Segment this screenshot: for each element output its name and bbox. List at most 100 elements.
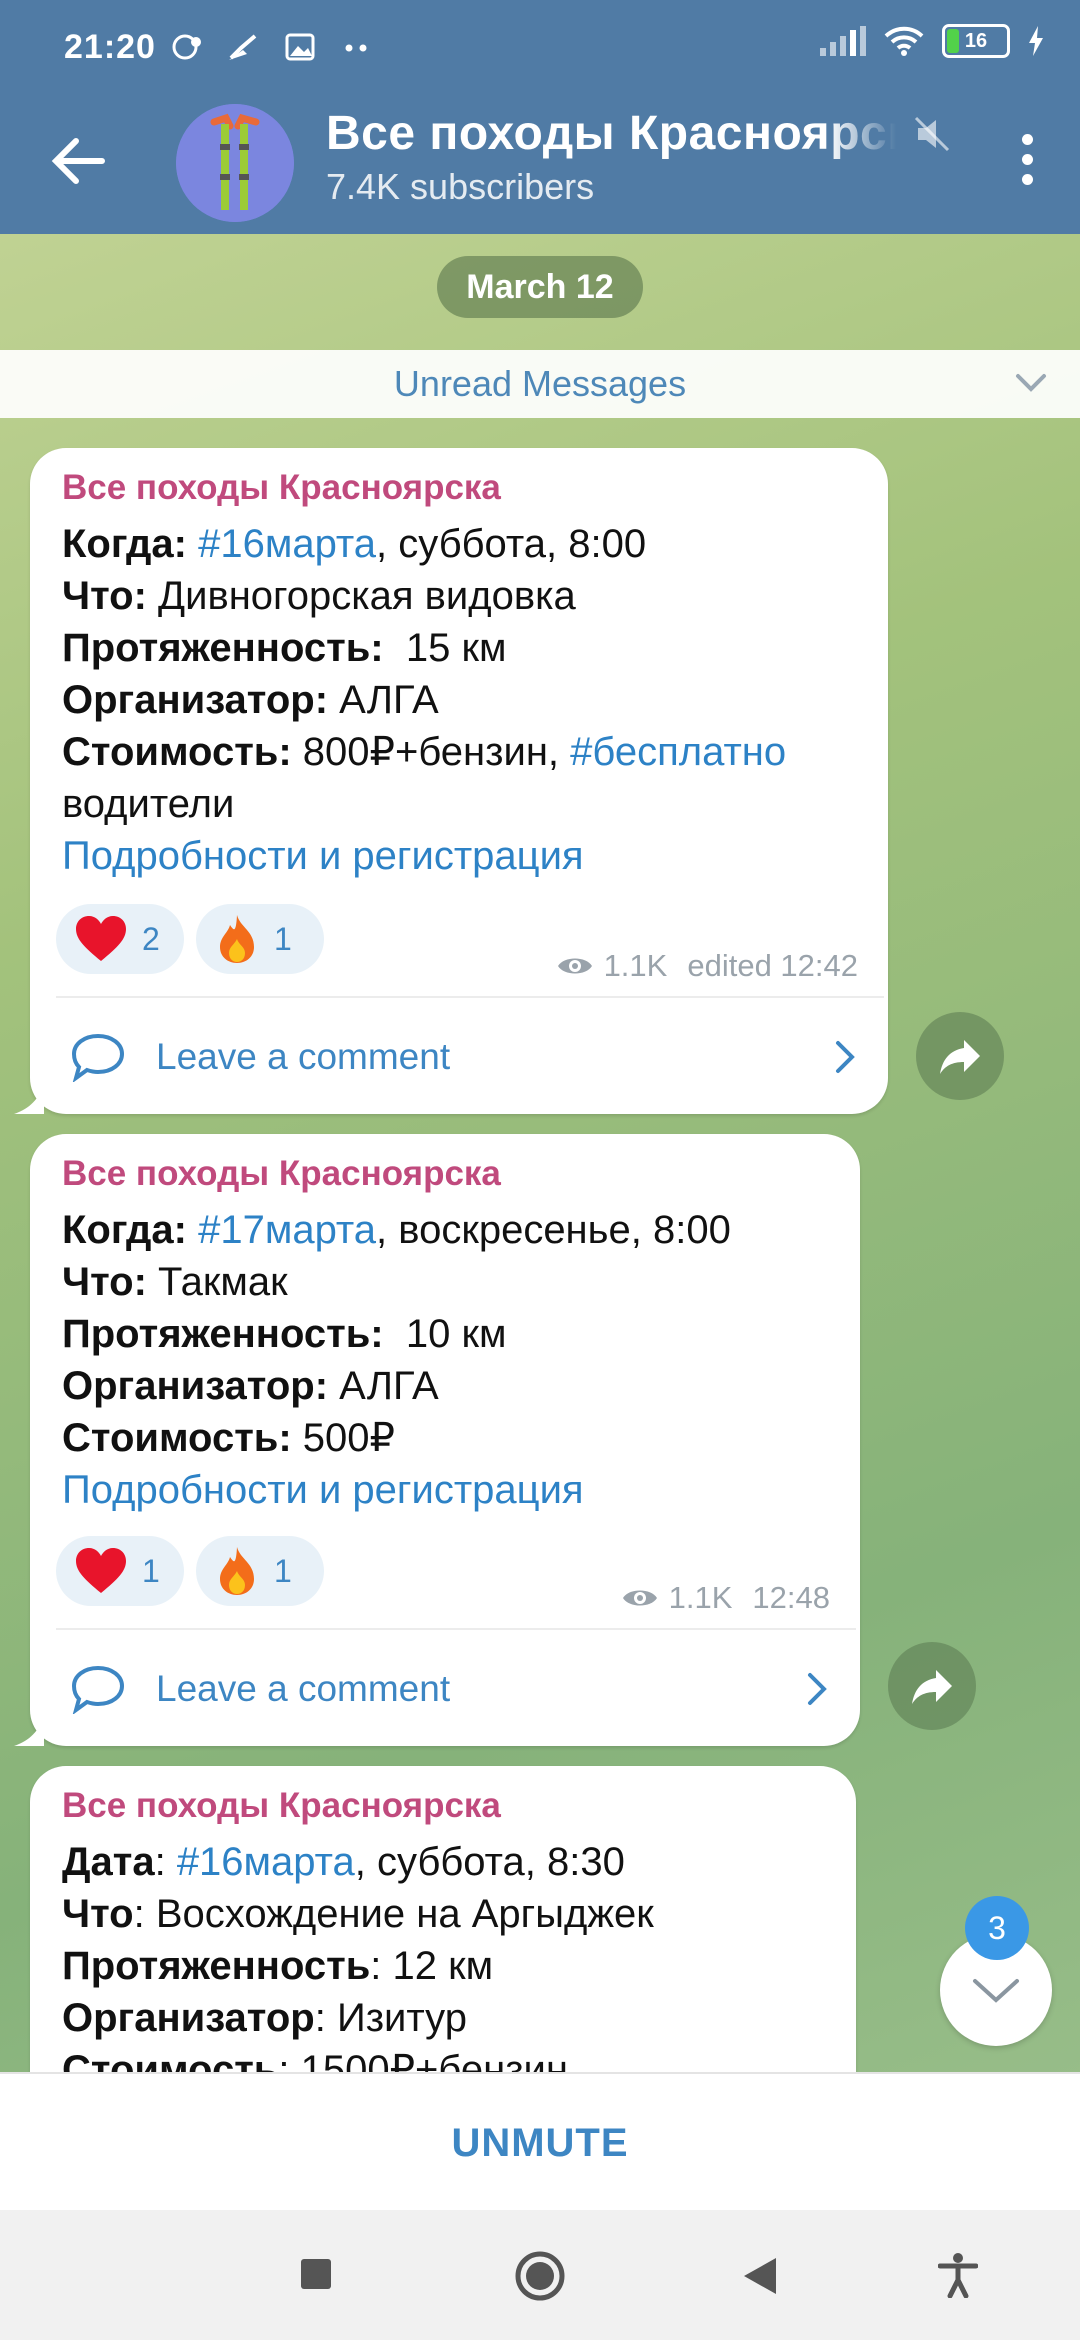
view-count: 1.1K: [603, 948, 668, 983]
unread-count-badge: 3: [965, 1896, 1029, 1960]
reaction-heart[interactable]: 2: [56, 904, 184, 974]
home-button[interactable]: [514, 2250, 566, 2307]
field-value: 800₽+бензин,: [291, 730, 571, 774]
field-value: : Восхождение на Аргыджек: [133, 1892, 654, 1936]
reaction-heart[interactable]: 1: [56, 1536, 184, 1606]
field-label: Когда:: [62, 1208, 187, 1252]
status-bar: 21:20 16: [0, 0, 1080, 96]
field-value: : 12 км: [370, 1944, 494, 1988]
comment-bubble-icon: [71, 1033, 125, 1082]
reaction-fire[interactable]: 1: [196, 1536, 324, 1606]
trekking-poles-icon: [176, 104, 294, 222]
field-value: Такмак: [146, 1260, 288, 1304]
channel-avatar[interactable]: [176, 104, 294, 222]
share-button[interactable]: [916, 1012, 1004, 1100]
back-button[interactable]: [742, 2256, 778, 2301]
sweep-icon: [228, 34, 257, 60]
field-value: 15 км: [383, 626, 507, 670]
heart-icon: [76, 1548, 126, 1593]
chevron-right-icon: [836, 1041, 855, 1073]
field-label: Протяженность: [62, 1944, 371, 1988]
more-dots-icon: [345, 44, 367, 52]
leave-comment-button[interactable]: Leave a comment: [70, 1022, 858, 1092]
hashtag-link[interactable]: #16марта: [198, 522, 376, 566]
charging-icon: [1029, 26, 1043, 56]
field-label: Что:: [62, 1260, 147, 1304]
fire-icon: [220, 915, 254, 963]
leave-comment-label: Leave a comment: [156, 1668, 451, 1709]
post-time: 12:48: [752, 1580, 830, 1615]
post-sender: Все походы Красноярска: [62, 1154, 501, 1193]
unmute-label: UNMUTE: [451, 2120, 629, 2165]
field-label: Когда:: [62, 522, 187, 566]
post-meta: 1.1K edited 12:42: [556, 948, 858, 984]
field-label: Протяженность:: [62, 626, 384, 670]
field-value: 500₽: [291, 1416, 395, 1460]
field-value: Дивногорская видовка: [146, 574, 576, 618]
muted-speaker-icon: [914, 116, 950, 152]
hashtag-link[interactable]: #16марта: [177, 1840, 355, 1884]
status-notification-icons: [170, 26, 375, 63]
share-button[interactable]: [888, 1642, 976, 1730]
divider: [56, 996, 884, 998]
chat-header: Все походы Красноярск 7.4K subscribers: [0, 96, 1080, 234]
photo-icon: [285, 33, 315, 61]
registration-link[interactable]: Подробности и регистрация: [62, 834, 584, 878]
post-meta: 1.1K 12:48: [621, 1580, 830, 1616]
field-label: Стоимость:: [62, 730, 292, 774]
field-label: Дата: [62, 1840, 155, 1884]
fire-icon: [220, 1547, 254, 1595]
chevron-down-icon[interactable]: [1014, 370, 1048, 396]
field-label: Что:: [62, 574, 147, 618]
date-separator: March 12: [437, 256, 643, 318]
share-arrow-icon: [940, 1040, 980, 1074]
recents-button[interactable]: [300, 2258, 332, 2295]
post-sender: Все походы Красноярска: [62, 468, 501, 507]
back-arrow-icon[interactable]: [44, 126, 114, 196]
field-label: Что: [62, 1892, 134, 1936]
unmute-button[interactable]: UNMUTE: [0, 2072, 1080, 2212]
reaction-count: 2: [142, 920, 160, 957]
battery-level: 16: [964, 29, 988, 52]
leave-comment-label: Leave a comment: [156, 1036, 451, 1077]
comment-bubble-icon: [71, 1665, 125, 1714]
wifi-icon: [884, 26, 924, 56]
reactions: 2 1: [56, 904, 324, 974]
reaction-fire[interactable]: 1: [196, 904, 324, 974]
more-options-icon[interactable]: [1022, 134, 1036, 190]
accessibility-icon: [937, 2253, 979, 2299]
field-value: 10 км: [383, 1312, 507, 1356]
heart-icon: [76, 916, 126, 961]
field-value: АЛГА: [328, 678, 439, 722]
channel-post[interactable]: Все походы Красноярска Когда: #17марта, …: [14, 1134, 860, 1746]
accessibility-button[interactable]: [937, 2252, 979, 2303]
notification-icon: [172, 34, 201, 60]
eye-icon: [622, 1590, 657, 1606]
field-label: Организатор:: [62, 1364, 329, 1408]
system-navigation-bar: [0, 2210, 1080, 2340]
field-value: АЛГА: [328, 1364, 439, 1408]
square-icon: [301, 2259, 331, 2289]
home-circle-icon: [515, 2251, 565, 2301]
field-separator: :: [154, 1840, 177, 1884]
post-body: Когда: #17марта, воскресенье, 8:00 Что: …: [62, 1204, 731, 1516]
unread-messages-bar: Unread Messages: [0, 350, 1080, 418]
field-label: Протяженность:: [62, 1312, 384, 1356]
field-value: , воскресенье, 8:00: [376, 1208, 731, 1252]
channel-post[interactable]: Все походы Красноярска Дата: #16марта, с…: [30, 1766, 856, 2106]
hashtag-link[interactable]: #бесплатно: [570, 730, 786, 774]
chevron-down-icon: [973, 1979, 1019, 2003]
reaction-count: 1: [142, 1552, 160, 1589]
share-arrow-icon: [912, 1670, 952, 1704]
field-label: Стоимость:: [62, 1416, 292, 1460]
leave-comment-button[interactable]: Leave a comment: [70, 1654, 830, 1724]
reaction-count: 1: [274, 1552, 292, 1589]
reactions: 1 1: [56, 1536, 324, 1606]
registration-link[interactable]: Подробности и регистрация: [62, 1468, 584, 1512]
post-sender: Все походы Красноярска: [62, 1786, 501, 1825]
battery-icon: 16: [942, 24, 1010, 58]
hashtag-link[interactable]: #17марта: [198, 1208, 376, 1252]
eye-icon: [557, 958, 592, 974]
channel-title[interactable]: Все походы Красноярск: [326, 106, 896, 161]
channel-post[interactable]: Все походы Красноярска Когда: #16марта, …: [14, 448, 888, 1114]
